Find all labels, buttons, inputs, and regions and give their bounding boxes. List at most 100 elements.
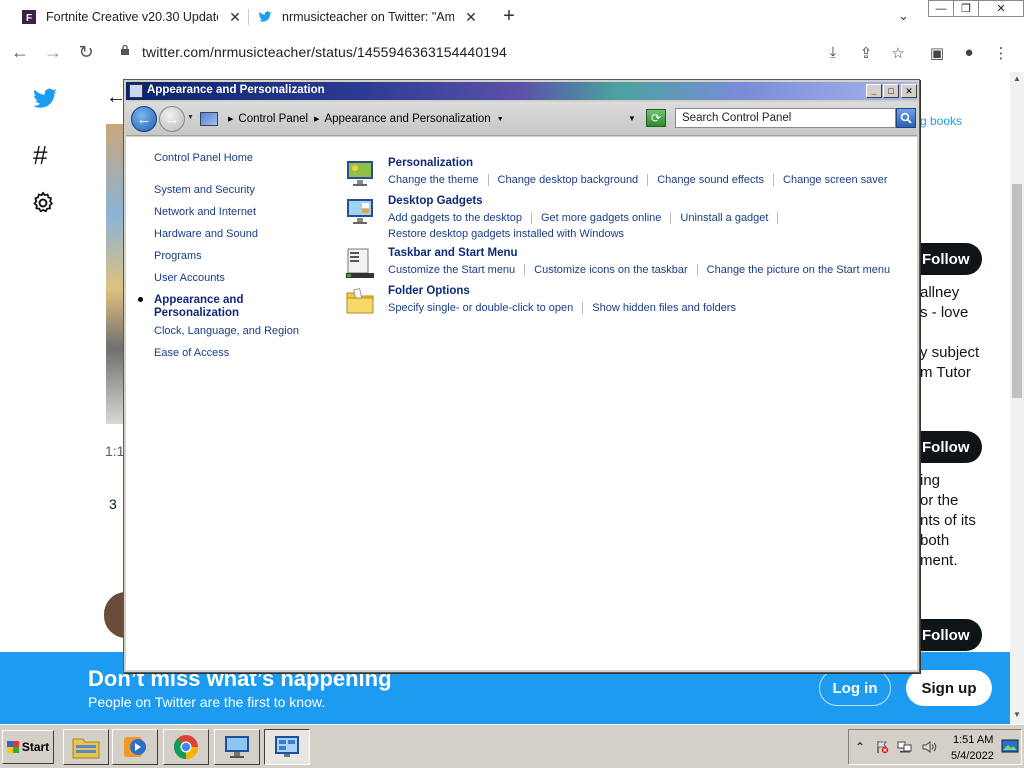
control-panel-window: Appearance and Personalization _ □ ✕ ← →… <box>123 79 920 673</box>
taskbar-control-panel[interactable] <box>264 729 310 765</box>
taskbar-icon[interactable] <box>344 247 376 279</box>
back-arrow-icon[interactable]: ← <box>131 106 157 132</box>
browser-tab-fortnite[interactable]: F Fortnite Creative v20.30 Update: ✕ <box>22 0 242 34</box>
follow-button[interactable]: Follow <box>918 243 982 275</box>
task-add-gadgets[interactable]: Add gadgets to the desktop <box>388 212 522 224</box>
section-title[interactable]: Desktop Gadgets <box>388 195 483 207</box>
follow-button[interactable]: Follow <box>918 619 982 651</box>
page-scrollbar[interactable]: ▲ ▼ <box>1010 72 1024 724</box>
nav-clock-language-region[interactable]: Clock, Language, and Region <box>154 325 299 337</box>
bookmark-star-icon[interactable]: ☆ <box>889 44 907 62</box>
window-minimize-button[interactable]: — <box>928 0 954 17</box>
nav-user-accounts[interactable]: User Accounts <box>154 272 225 284</box>
tab-close-icon[interactable]: ✕ <box>228 9 242 26</box>
twitter-logo-icon[interactable] <box>30 86 60 117</box>
share-icon[interactable]: ⇪ <box>857 44 875 62</box>
forward-arrow-icon[interactable]: → <box>159 106 185 132</box>
task-change-sound-effects[interactable]: Change sound effects <box>657 174 764 186</box>
task-uninstall-gadget[interactable]: Uninstall a gadget <box>680 212 768 224</box>
show-hidden-icons-chevron-icon[interactable]: ⌃ <box>855 740 865 754</box>
follow-button[interactable]: Follow <box>918 431 982 463</box>
close-button[interactable]: ✕ <box>901 84 917 98</box>
scrollbar-thumb[interactable] <box>1012 184 1022 398</box>
nav-appearance-current[interactable]: Appearance and Personalization <box>154 294 264 320</box>
minimize-button[interactable]: _ <box>866 84 882 98</box>
refresh-icon[interactable]: ⟳ <box>646 109 666 127</box>
user-bio-text: y subject m Tutor <box>920 344 980 381</box>
task-show-hidden-files[interactable]: Show hidden files and folders <box>592 302 736 314</box>
task-customize-start-menu[interactable]: Customize the Start menu <box>388 264 515 276</box>
tab-search-icon[interactable]: ⌄ <box>898 8 909 24</box>
address-dropdown-icon[interactable]: ▼ <box>628 114 636 123</box>
section-title[interactable]: Personalization <box>388 157 473 169</box>
window-close-button[interactable]: ✕ <box>978 0 1024 17</box>
task-customize-taskbar-icons[interactable]: Customize icons on the taskbar <box>534 264 687 276</box>
network-icon[interactable] <box>897 740 913 757</box>
window-titlebar[interactable]: Appearance and Personalization _ □ ✕ <box>126 82 917 100</box>
task-change-screen-saver[interactable]: Change screen saver <box>783 174 888 186</box>
desktop-gadgets-icon[interactable] <box>344 195 376 227</box>
side-panel-icon[interactable]: ▣ <box>928 44 946 62</box>
nav-hardware-sound[interactable]: Hardware and Sound <box>154 228 258 240</box>
search-icon[interactable] <box>896 108 916 128</box>
profile-icon[interactable]: ● <box>960 44 978 61</box>
folder-options-icon[interactable] <box>344 285 376 317</box>
taskbar-chrome[interactable] <box>163 729 209 765</box>
settings-gear-icon[interactable] <box>30 190 56 221</box>
lock-icon[interactable] <box>120 45 130 55</box>
breadcrumb[interactable]: ▶ Control Panel ▶ Appearance and Persona… <box>200 108 643 130</box>
search-input[interactable]: Search Control Panel <box>675 108 896 128</box>
section-title[interactable]: Taskbar and Start Menu <box>388 247 518 259</box>
nav-ease-of-access[interactable]: Ease of Access <box>154 347 229 359</box>
task-get-more-gadgets[interactable]: Get more gadgets online <box>541 212 661 224</box>
forward-button[interactable]: → <box>43 42 63 63</box>
clock-time[interactable]: 1:51 AM <box>953 734 993 746</box>
window-restore-button[interactable]: ❐ <box>953 0 979 17</box>
taskbar-file-explorer[interactable] <box>63 729 109 765</box>
tab-close-icon[interactable]: ✕ <box>464 9 478 26</box>
nav-control-panel-home[interactable]: Control Panel Home <box>154 152 253 164</box>
nav-system-security[interactable]: System and Security <box>154 184 255 196</box>
start-button[interactable]: Start <box>2 730 54 764</box>
maximize-button[interactable]: □ <box>883 84 899 98</box>
section-title[interactable]: Folder Options <box>388 285 470 297</box>
chrome-menu-icon[interactable]: ⋮ <box>992 44 1010 62</box>
recent-pages-dropdown-icon[interactable]: ▼ <box>187 114 194 121</box>
login-button[interactable]: Log in <box>819 670 891 706</box>
back-button[interactable]: ← <box>10 42 30 63</box>
clock-date[interactable]: 5/4/2022 <box>951 750 994 762</box>
system-tray: ⌃ 1:51 AM 5/4/2022 <box>848 729 1022 765</box>
bio-link-text[interactable]: g books <box>920 114 962 128</box>
browser-tab-twitter[interactable]: nrmusicteacher on Twitter: "Ama ✕ <box>258 0 478 34</box>
task-single-double-click[interactable]: Specify single- or double-click to open <box>388 302 573 314</box>
taskbar-remote-desktop[interactable] <box>214 729 260 765</box>
action-center-flag-icon[interactable] <box>875 740 889 757</box>
scroll-down-icon[interactable]: ▼ <box>1013 710 1021 719</box>
explore-hashtag-icon[interactable]: # <box>33 140 47 171</box>
volume-icon[interactable] <box>921 740 937 757</box>
taskbar-media-player[interactable] <box>112 729 158 765</box>
window-title: Appearance and Personalization <box>147 84 325 96</box>
breadcrumb-arrow-icon[interactable]: ▼ <box>497 116 504 123</box>
scroll-up-icon[interactable]: ▲ <box>1013 74 1021 83</box>
reload-button[interactable]: ↻ <box>76 42 96 63</box>
breadcrumb-arrow-icon[interactable]: ▶ <box>314 115 319 123</box>
task-change-start-picture[interactable]: Change the picture on the Start menu <box>707 264 890 276</box>
new-tab-button[interactable]: + <box>500 5 518 28</box>
tab-separator <box>248 9 249 25</box>
personalization-icon[interactable] <box>344 157 376 189</box>
task-change-theme[interactable]: Change the theme <box>388 174 479 186</box>
control-panel-breadcrumb-icon <box>200 112 218 126</box>
task-change-background[interactable]: Change desktop background <box>498 174 639 186</box>
signup-button[interactable]: Sign up <box>906 670 992 706</box>
nav-programs[interactable]: Programs <box>154 250 202 262</box>
task-restore-gadgets[interactable]: Restore desktop gadgets installed with W… <box>388 228 624 240</box>
breadcrumb-control-panel[interactable]: Control Panel <box>238 113 308 125</box>
explorer-address-bar: ← → ▼ ▶ Control Panel ▶ Appearance and P… <box>126 102 917 136</box>
show-desktop-icon[interactable] <box>1001 738 1019 759</box>
breadcrumb-appearance[interactable]: Appearance and Personalization <box>324 113 490 125</box>
breadcrumb-arrow-icon[interactable]: ▶ <box>228 115 233 123</box>
nav-network-internet[interactable]: Network and Internet <box>154 206 256 218</box>
address-bar[interactable]: twitter.com/nrmusicteacher/status/145594… <box>142 44 507 60</box>
install-icon[interactable]: ⤓ <box>824 44 842 61</box>
